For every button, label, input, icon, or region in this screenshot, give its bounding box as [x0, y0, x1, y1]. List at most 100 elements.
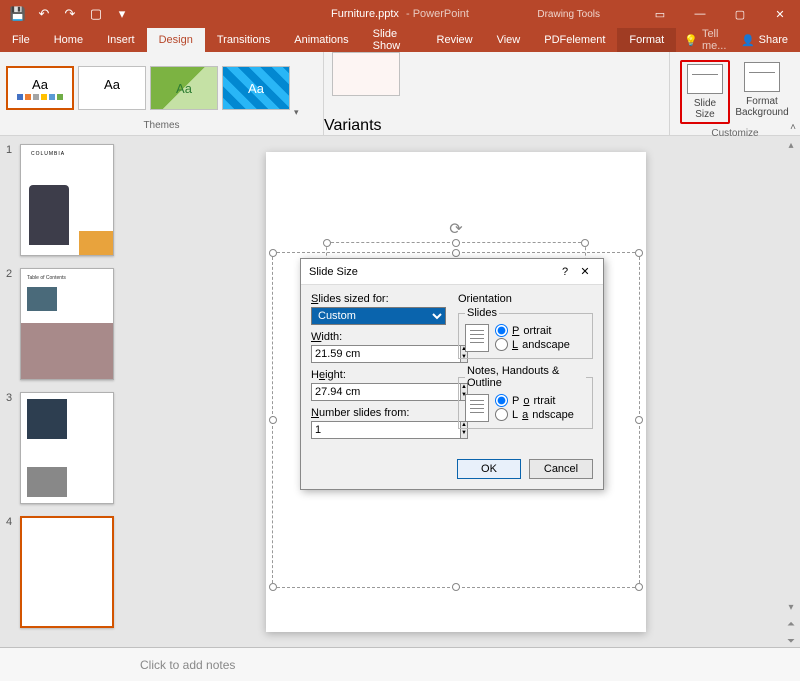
dialog-close-icon[interactable]: ✕ [575, 265, 595, 278]
variants-group-label: Variants [324, 117, 669, 135]
height-spinner[interactable]: ▲▼ [311, 383, 367, 401]
slide-thumb-3-wrap[interactable]: 3 [6, 392, 124, 504]
slides-portrait-radio[interactable]: PPortraitortrait [495, 324, 570, 337]
vertical-scrollbar[interactable]: ▴ ▾ ⏶ ⏷ [782, 136, 800, 647]
tab-format[interactable]: Format [617, 28, 676, 52]
minimize-icon[interactable]: — [680, 0, 720, 28]
tab-pdfelement[interactable]: PDFelement [532, 28, 617, 52]
save-icon[interactable]: 💾 [10, 6, 26, 22]
tab-review[interactable]: Review [425, 28, 485, 52]
share-label: Share [759, 34, 788, 46]
ribbon-tabs: File Home Insert Design Transitions Anim… [0, 28, 800, 52]
ribbon-options-icon[interactable]: ▭ [640, 0, 680, 28]
slide-size-button[interactable]: Slide Size [680, 60, 730, 124]
resize-handle[interactable] [635, 583, 643, 591]
resize-handle[interactable] [269, 416, 277, 424]
dialog-help-icon[interactable]: ? [555, 266, 575, 278]
notes-legend: Notes, Handouts & Outline [465, 365, 586, 389]
resize-handle[interactable] [452, 583, 460, 591]
ok-button[interactable]: OK [457, 459, 521, 479]
slides-sized-for-label: SSlides sized for:lides sized for: [311, 293, 446, 305]
page-portrait-icon [465, 394, 489, 422]
slide-number-4: 4 [6, 516, 20, 628]
theme-thumb-1[interactable]: Aa [6, 66, 74, 110]
slide-thumb-1[interactable]: COLUMBIA [20, 144, 114, 256]
tab-view[interactable]: View [485, 28, 533, 52]
collapse-ribbon-icon[interactable]: ˄ [790, 122, 796, 133]
share-button[interactable]: 👤 Share [729, 28, 800, 52]
width-input[interactable] [311, 345, 460, 363]
undo-icon[interactable]: ↶ [36, 6, 52, 22]
tab-home[interactable]: Home [42, 28, 95, 52]
customize-group: Slide Size Format Background Customize [670, 52, 800, 135]
redo-icon[interactable]: ↷ [62, 6, 78, 22]
rotate-handle-icon[interactable]: ⟳ [449, 219, 462, 239]
close-icon[interactable]: ✕ [760, 0, 800, 28]
resize-handle[interactable] [452, 239, 460, 247]
dialog-left-column: SSlides sized for:lides sized for: Custo… [311, 293, 446, 445]
window-title: Furniture.pptx - PowerPoint [331, 8, 469, 20]
dialog-right-column: Orientation Slides PPortraitortrait Land… [458, 293, 593, 445]
theme-thumb-2[interactable]: Aa [78, 66, 146, 110]
maximize-icon[interactable]: ▢ [720, 0, 760, 28]
tell-me-search[interactable]: 💡 Tell me... [684, 28, 729, 52]
scroll-down-icon[interactable]: ▾ [788, 602, 793, 613]
share-icon: 👤 [741, 34, 755, 47]
tab-slideshow[interactable]: Slide Show [361, 28, 425, 52]
format-background-button[interactable]: Format Background [734, 60, 790, 124]
resize-handle[interactable] [581, 239, 589, 247]
notes-landscape-radio[interactable]: Landscape [495, 408, 574, 421]
resize-handle[interactable] [269, 583, 277, 591]
theme-thumb-4[interactable]: Aa [222, 66, 290, 110]
tab-animations[interactable]: Animations [282, 28, 360, 52]
slides-sized-for-select[interactable]: Custom [311, 307, 446, 325]
slide-thumb-4[interactable] [20, 516, 114, 628]
slide-number-3: 3 [6, 392, 20, 504]
document-filename: Furniture.pptx [331, 8, 399, 20]
slide-thumb-4-wrap[interactable]: 4 [6, 516, 124, 628]
tab-design[interactable]: Design [147, 28, 205, 52]
title-bar: 💾 ↶ ↷ ▢ ▾ Furniture.pptx - PowerPoint Dr… [0, 0, 800, 28]
themes-more-icon[interactable]: ▾ [294, 107, 299, 118]
number-from-spinner[interactable]: ▲▼ [311, 421, 359, 439]
lightbulb-icon: 💡 [684, 34, 698, 47]
theme-thumb-3[interactable]: Aa [150, 66, 218, 110]
page-portrait-icon [465, 324, 489, 352]
tab-insert[interactable]: Insert [95, 28, 147, 52]
themes-group-label: Themes [6, 120, 317, 133]
tab-file[interactable]: File [0, 28, 42, 52]
slides-landscape-radio[interactable]: Landscape [495, 338, 570, 351]
width-spinner[interactable]: ▲▼ [311, 345, 367, 363]
number-from-input[interactable] [311, 421, 460, 439]
tell-me-label: Tell me... [702, 28, 729, 52]
next-slide-icon[interactable]: ⏷ [787, 636, 795, 647]
width-label: Width: [311, 331, 446, 343]
resize-handle[interactable] [635, 416, 643, 424]
notes-orientation-fieldset: Notes, Handouts & Outline Portrait Lands… [458, 365, 593, 429]
scroll-up-icon[interactable]: ▴ [788, 140, 793, 151]
prev-slide-icon[interactable]: ⏶ [787, 619, 795, 630]
slide-thumbnails-panel: 1 COLUMBIA 2 Table of Contents 3 4 [0, 136, 130, 647]
slide-size-label: Slide Size [684, 98, 726, 120]
ribbon: Aa Aa Aa Aa ▾ Themes Variants Slide Size… [0, 52, 800, 136]
slide-thumb-1-wrap[interactable]: 1 COLUMBIA [6, 144, 124, 256]
slide-thumb-2[interactable]: Table of Contents [20, 268, 114, 380]
resize-handle[interactable] [635, 249, 643, 257]
number-from-label: Number slides from: [311, 407, 446, 419]
resize-handle[interactable] [452, 249, 460, 257]
notes-portrait-radio[interactable]: Portrait [495, 394, 574, 407]
resize-handle[interactable] [269, 249, 277, 257]
notes-pane[interactable]: Click to add notes [0, 647, 800, 681]
slide-number-1: 1 [6, 144, 20, 256]
window-controls: ▭ — ▢ ✕ [640, 0, 800, 28]
cancel-button[interactable]: Cancel [529, 459, 593, 479]
slide-thumb-2-wrap[interactable]: 2 Table of Contents [6, 268, 124, 380]
slides-orientation-fieldset: Slides PPortraitortrait Landscape [458, 307, 593, 359]
slide-thumb-3[interactable] [20, 392, 114, 504]
variant-thumb-1[interactable] [332, 52, 400, 96]
qat-more-icon[interactable]: ▾ [114, 6, 130, 22]
resize-handle[interactable] [323, 239, 331, 247]
tab-transitions[interactable]: Transitions [205, 28, 282, 52]
height-input[interactable] [311, 383, 460, 401]
start-from-beginning-icon[interactable]: ▢ [88, 6, 104, 22]
